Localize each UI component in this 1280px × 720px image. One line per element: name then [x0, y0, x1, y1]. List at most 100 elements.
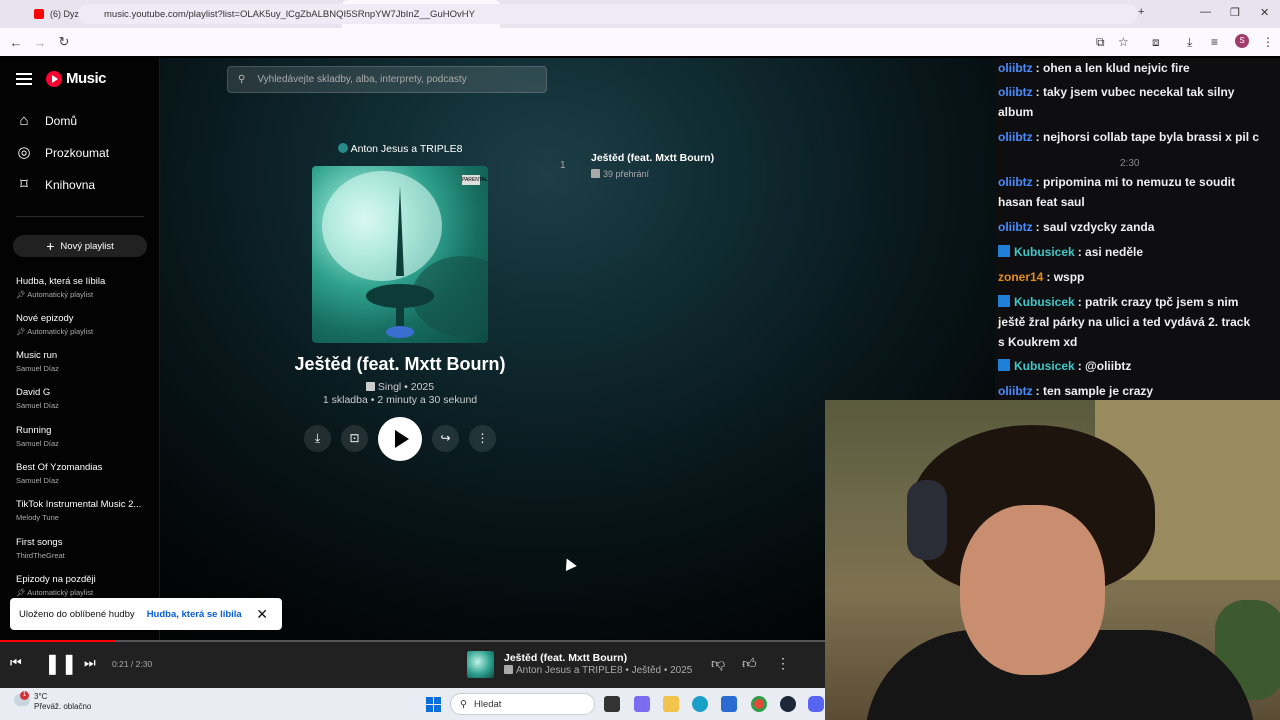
chat-username[interactable]: Kubusicek — [1014, 359, 1075, 373]
reload-icon[interactable]: ↻ — [52, 34, 76, 50]
chat-message: oliibtz: saul vzdycky zanda — [998, 217, 1260, 237]
playlist-owner: Samuel Díaz — [16, 364, 59, 373]
previous-icon[interactable]: ⏮ — [10, 655, 22, 671]
chat-text: nejhorsi collab tape byla brassi x pil c — [1043, 130, 1260, 144]
chat-username[interactable]: Kubusicek — [1014, 295, 1075, 309]
download-button[interactable]: ⤓ — [304, 425, 331, 452]
artist-name[interactable]: Anton Jesus a TRIPLE8 — [351, 143, 463, 155]
edge-icon[interactable] — [692, 696, 708, 712]
playlist-subtitle: Samuel Díaz — [16, 364, 151, 373]
chat-username[interactable]: oliibtz — [998, 384, 1033, 398]
steam-icon[interactable] — [780, 696, 796, 712]
playlist-owner: Automatický playlist — [27, 327, 94, 336]
windows-start-icon[interactable] — [426, 697, 441, 712]
sidebar: Music ⌂ Domů ◎ Prozkoumat ⌑ Knihovna + N… — [0, 58, 160, 640]
chat-username[interactable]: oliibtz — [998, 130, 1033, 144]
now-playing-title[interactable]: Ještěd (feat. Mxtt Bourn) — [504, 652, 627, 664]
sidebar-playlist-item[interactable]: Music run Samuel Díaz — [16, 350, 151, 373]
playlist-owner: Samuel Díaz — [16, 476, 59, 485]
file-explorer-icon[interactable] — [663, 696, 679, 712]
forward-icon[interactable]: → — [28, 35, 52, 50]
play-button[interactable] — [378, 417, 422, 461]
track-plays: 39 přehrání — [591, 169, 649, 179]
prime-badge-icon — [998, 295, 1010, 307]
sidebar-playlist-item[interactable]: First songs ThirdTheGreat — [16, 537, 151, 560]
downloads-icon[interactable]: ⤓ — [1187, 35, 1192, 50]
chat-username[interactable]: Kubusicek — [1014, 245, 1075, 259]
url-field[interactable]: music.youtube.com/playlist?list=OLAK5uy_… — [78, 4, 1138, 24]
chat-separator: : — [1046, 270, 1054, 284]
playlist-title: Hudba, která se líbila — [16, 276, 106, 287]
kebab-icon[interactable]: ⋮ — [776, 655, 790, 672]
url-text: music.youtube.com/playlist?list=OLAK5uy_… — [104, 8, 475, 20]
nav-item-explore[interactable]: ◎ Prozkoumat — [16, 145, 109, 161]
copilot-icon[interactable] — [634, 696, 650, 712]
chrome-icon[interactable] — [751, 696, 767, 712]
headset-icon — [907, 480, 947, 560]
next-icon[interactable]: ⏭ — [84, 655, 96, 671]
now-playing-thumbnail[interactable] — [467, 651, 494, 678]
share-button[interactable]: ↪ — [432, 425, 459, 452]
sidebar-playlist-item[interactable]: Best Of Yzomandias Samuel Díaz — [16, 462, 151, 485]
new-tab-button[interactable]: + — [1138, 6, 1144, 18]
search-input[interactable]: ⚲ Vyhledávejte skladby, alba, interprety… — [227, 66, 547, 93]
media-icon[interactable]: ≡ — [1211, 35, 1218, 49]
cast-icon[interactable]: ⧉ — [1096, 35, 1105, 50]
save-to-library-button[interactable]: ⊡ — [341, 425, 368, 452]
home-icon: ⌂ — [19, 112, 29, 129]
minimize-icon[interactable]: — — [1200, 6, 1211, 18]
chat-text: saul vzdycky zanda — [1043, 220, 1155, 234]
dislike-icon[interactable]: 👎︎ — [711, 655, 725, 672]
back-icon[interactable]: ← — [4, 35, 28, 50]
taskbar-search[interactable]: ⚲ Hledat — [450, 693, 595, 715]
sidebar-playlist-item[interactable]: TikTok Instrumental Music 2... Melody Tun… — [16, 499, 151, 522]
chat-username[interactable]: oliibtz — [998, 220, 1033, 234]
nav-item-library[interactable]: ⌑ Knihovna — [16, 177, 95, 193]
chat-username[interactable]: zoner14 — [998, 270, 1043, 284]
progress-track[interactable] — [0, 640, 825, 642]
profile-avatar[interactable]: S — [1235, 34, 1249, 48]
playlist-subtitle: Melody Tune — [16, 513, 151, 522]
like-icon[interactable]: 👍︎ — [742, 655, 757, 672]
sidebar-playlist-item[interactable]: Hudba, která se líbila 📌︎ Automatický pla… — [16, 276, 151, 299]
progress-fill — [0, 640, 116, 642]
track-title[interactable]: Ještěd (feat. Mxtt Bourn) — [591, 152, 714, 164]
playlist-subtitle: ThirdTheGreat — [16, 551, 151, 560]
store-icon[interactable] — [721, 696, 737, 712]
webcam-overlay — [825, 400, 1280, 720]
chat-message: oliibtz: ten sample je crazy — [998, 381, 1260, 401]
sidebar-playlist-item[interactable]: David G Samuel Díaz — [16, 387, 151, 410]
close-icon[interactable]: ✕ — [256, 606, 268, 623]
playlist-title: Nové epizody — [16, 313, 74, 324]
album-artist[interactable]: Anton Jesus a TRIPLE8 — [300, 143, 500, 155]
pin-icon: 📌︎ — [16, 290, 28, 299]
sidebar-playlist-item[interactable]: Nové epizody 📌︎ Automatický playlist — [16, 313, 151, 336]
sidebar-playlist-item[interactable]: Running Samuel Díaz — [16, 425, 151, 448]
chat-username[interactable]: oliibtz — [998, 85, 1033, 99]
weather-temp: 3°C — [34, 692, 48, 701]
nav-item-home[interactable]: ⌂ Domů — [16, 113, 77, 129]
close-window-icon[interactable]: ✕ — [1260, 6, 1269, 19]
toast-link[interactable]: Hudba, která se líbila — [147, 609, 242, 620]
new-playlist-button[interactable]: + Nový playlist — [13, 235, 147, 257]
chat-username[interactable]: oliibtz — [998, 175, 1033, 189]
sidebar-playlist-item[interactable]: Epizody na později 📌︎ Automatický playlis… — [16, 574, 151, 597]
weather-widget[interactable]: 1 3°C Převáž. oblačno — [14, 691, 91, 712]
logo-text[interactable]: Music — [66, 70, 107, 87]
share-icon: ↪ — [440, 431, 451, 445]
chat-username[interactable]: oliibtz — [998, 61, 1033, 75]
menu-kebab-icon[interactable]: ⋮ — [1262, 35, 1274, 49]
bookmark-star-icon[interactable]: ☆ — [1118, 35, 1129, 49]
extensions-icon[interactable]: ⧈ — [1152, 35, 1160, 50]
youtube-music-logo-icon[interactable] — [46, 70, 62, 87]
maximize-icon[interactable]: ❐ — [1230, 6, 1240, 19]
subtitle-text[interactable]: Anton Jesus a TRIPLE8 • Ještěd • 2025 — [516, 665, 692, 676]
playlist-subtitle: 📌︎ Automatický playlist — [16, 588, 151, 597]
task-view-icon[interactable] — [604, 696, 620, 712]
chat-overlay-timestamp: 2:30 — [1120, 158, 1140, 169]
hamburger-menu-icon[interactable] — [16, 72, 32, 85]
discord-icon[interactable] — [808, 696, 824, 712]
pause-icon[interactable]: ❚❚ — [44, 651, 78, 676]
explore-icon: ◎ — [17, 144, 31, 161]
more-actions-button[interactable]: ⋮ — [469, 425, 496, 452]
